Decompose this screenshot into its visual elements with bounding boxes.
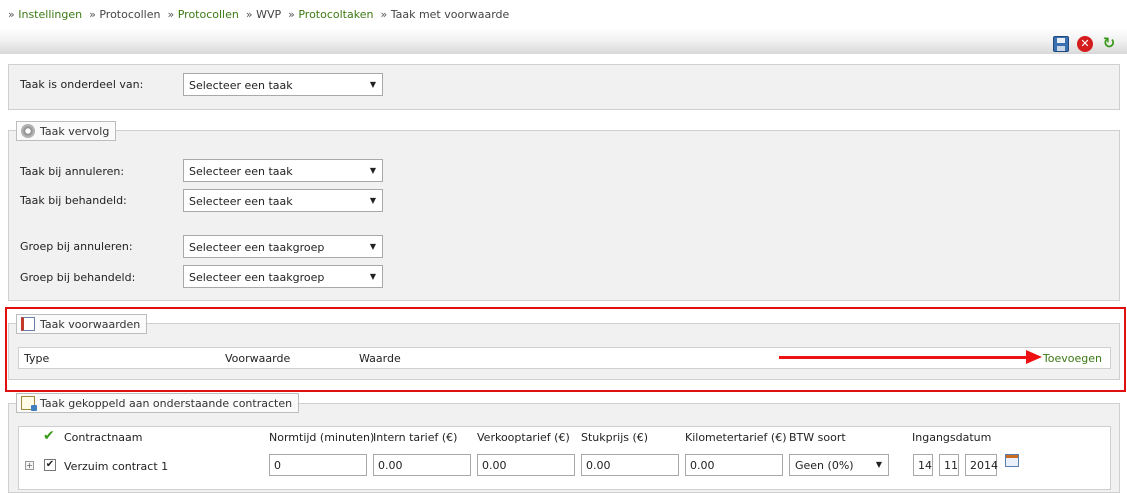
- col-contractnaam: Contractnaam: [64, 431, 143, 444]
- expand-icon[interactable]: +: [25, 461, 34, 470]
- col-kilometer: Kilometertarief (€): [685, 431, 787, 444]
- col-btw: BTW soort: [789, 431, 846, 444]
- groep-behandeld-select[interactable]: Selecteer een taakgroep ▼: [183, 265, 383, 288]
- parent-task-label: Taak is onderdeel van:: [20, 78, 144, 91]
- contracten-table: ✔ Contractnaam Normtijd (minuten) Intern…: [18, 426, 1111, 490]
- col-verkoop: Verkooptarief (€): [477, 431, 570, 444]
- chevron-down-icon: ▼: [369, 166, 376, 175]
- date-year-input[interactable]: 2014: [965, 454, 998, 476]
- parent-task-select[interactable]: Selecteer een taak ▼: [183, 73, 383, 96]
- breadcrumb-item-wvp: WVP: [256, 8, 282, 21]
- breadcrumb-link-instellingen[interactable]: Instellingen: [18, 8, 82, 21]
- contracten-panel: ✔ Contractnaam Normtijd (minuten) Intern…: [8, 403, 1120, 493]
- vervolg-row-3-label: Groep bij annuleren:: [20, 240, 133, 253]
- toolbar: ✕ ↻: [1053, 36, 1117, 52]
- stukprijs-input[interactable]: 0.00: [581, 454, 679, 476]
- col-normtijd: Normtijd (minuten): [269, 431, 375, 444]
- breadcrumb-link-protocollen[interactable]: Protocollen: [178, 8, 239, 21]
- contracten-legend: Taak gekoppeld aan onderstaande contract…: [16, 393, 300, 413]
- col-intern: Intern tarief (€): [373, 431, 458, 444]
- date-day-input[interactable]: 14: [913, 454, 933, 476]
- vervolg-row-1-label: Taak bij annuleren:: [20, 165, 125, 178]
- groep-annuleren-select[interactable]: Selecteer een taakgroep ▼: [183, 235, 383, 258]
- verkooptarief-input[interactable]: 0.00: [477, 454, 575, 476]
- contract-checkbox[interactable]: ✔: [44, 459, 56, 471]
- document-icon: [21, 396, 37, 411]
- annotation-arrow-head: [1026, 350, 1042, 364]
- breadcrumb: » Instellingen » Protocollen » Protocoll…: [8, 8, 510, 21]
- chevron-down-icon: ▼: [369, 80, 376, 89]
- kilometertarief-input[interactable]: 0.00: [685, 454, 783, 476]
- highlight-box: [5, 307, 1126, 392]
- refresh-icon[interactable]: ↻: [1101, 36, 1117, 52]
- chevron-down-icon: ▼: [369, 242, 376, 251]
- col-ingangsdatum: Ingangsdatum: [912, 431, 992, 444]
- chevron-down-icon: ▼: [875, 460, 882, 469]
- close-icon[interactable]: ✕: [1077, 36, 1093, 52]
- normtijd-input[interactable]: 0: [269, 454, 367, 476]
- vervolg-panel: Taak bij annuleren: Selecteer een taak ▼ …: [8, 130, 1120, 301]
- taak-annuleren-select[interactable]: Selecteer een taak ▼: [183, 159, 383, 182]
- col-stukprijs: Stukprijs (€): [581, 431, 649, 444]
- toolbar-band: [0, 28, 1127, 54]
- gear-icon: [21, 124, 35, 138]
- contract-name: Verzuim contract 1: [64, 460, 169, 473]
- chevron-down-icon: ▼: [369, 196, 376, 205]
- breadcrumb-current: Taak met voorwaarde: [390, 8, 510, 21]
- btw-select[interactable]: Geen (0%) ▼: [789, 454, 889, 476]
- parent-task-panel: Taak is onderdeel van: Selecteer een taa…: [8, 64, 1120, 110]
- save-icon[interactable]: [1053, 36, 1069, 52]
- breadcrumb-item-protocollen: Protocollen: [99, 8, 161, 21]
- intern-tarief-input[interactable]: 0.00: [373, 454, 471, 476]
- calendar-icon[interactable]: [1005, 454, 1019, 467]
- breadcrumb-link-protocoltaken[interactable]: Protocoltaken: [298, 8, 373, 21]
- vervolg-row-4-label: Groep bij behandeld:: [20, 271, 136, 284]
- taak-behandeld-select[interactable]: Selecteer een taak ▼: [183, 189, 383, 212]
- check-icon: ✔: [43, 428, 55, 444]
- vervolg-legend: Taak vervolg: [16, 121, 117, 141]
- vervolg-row-2-label: Taak bij behandeld:: [20, 194, 127, 207]
- chevron-down-icon: ▼: [369, 272, 376, 281]
- annotation-arrow-line: [779, 356, 1029, 359]
- date-month-input[interactable]: 11: [939, 454, 959, 476]
